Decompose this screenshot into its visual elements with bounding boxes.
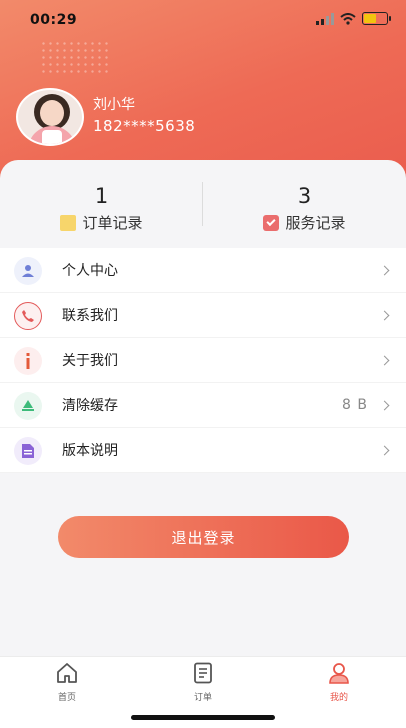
menu-label: 关于我们 — [62, 353, 118, 369]
chevron-right-icon — [379, 355, 390, 365]
menu-item-personal-center[interactable]: 个人中心 — [0, 248, 406, 293]
battery-icon — [362, 12, 391, 25]
status-time: 00:29 — [30, 12, 78, 28]
menu-item-version-notes[interactable]: 版本说明 — [0, 428, 406, 473]
user-phone: 182****5638 — [93, 117, 196, 135]
chevron-right-icon — [379, 445, 390, 455]
chevron-right-icon — [379, 310, 390, 320]
settings-menu: 个人中心 联系我们 关于我们 清除缓存 8 B 版本说明 — [0, 248, 406, 473]
cache-size-value: 8 B — [342, 397, 368, 413]
phone-icon — [14, 302, 42, 330]
menu-label: 版本说明 — [62, 443, 118, 459]
signal-icon — [316, 12, 334, 25]
stats-row: 1 订单记录 3 服务记录 — [0, 160, 406, 248]
person-center-icon — [14, 257, 42, 285]
service-record-icon — [263, 214, 280, 231]
order-record-label: 订单记录 — [82, 214, 143, 232]
tab-label: 首页 — [57, 693, 76, 703]
home-indicator — [131, 715, 275, 720]
profile-icon — [329, 663, 349, 684]
service-record-stat[interactable]: 3 服务记录 — [203, 160, 406, 248]
tab-orders[interactable]: 订单 — [173, 661, 233, 703]
status-icons — [316, 12, 391, 25]
service-record-label: 服务记录 — [285, 214, 346, 232]
chevron-right-icon — [379, 400, 390, 410]
menu-label: 联系我们 — [62, 308, 118, 324]
wifi-icon — [340, 12, 356, 25]
service-record-count: 3 — [297, 184, 312, 208]
tab-label: 订单 — [193, 693, 212, 703]
menu-item-about-us[interactable]: 关于我们 — [0, 338, 406, 383]
broom-icon — [14, 392, 42, 420]
status-bar: 00:29 — [0, 0, 406, 40]
home-icon — [57, 663, 77, 683]
menu-label: 清除缓存 — [62, 398, 118, 414]
tab-mine[interactable]: 我的 — [309, 661, 369, 703]
logout-button[interactable]: 退出登录 — [58, 516, 349, 558]
info-icon — [14, 347, 42, 375]
content-card: 1 订单记录 3 服务记录 个人中心 联系我们 关于我们 清除缓存 8 B 版本… — [0, 160, 406, 660]
menu-item-contact-us[interactable]: 联系我们 — [0, 293, 406, 338]
order-record-stat[interactable]: 1 订单记录 — [0, 160, 203, 248]
tab-label: 我的 — [329, 693, 348, 703]
chevron-right-icon — [379, 265, 390, 275]
tab-home[interactable]: 首页 — [37, 661, 97, 703]
menu-label: 个人中心 — [62, 263, 118, 279]
order-record-icon — [60, 214, 77, 231]
avatar[interactable] — [16, 88, 84, 146]
menu-item-clear-cache[interactable]: 清除缓存 8 B — [0, 383, 406, 428]
decorative-dots — [40, 40, 110, 76]
user-name: 刘小华 — [93, 97, 135, 113]
document-icon — [14, 437, 42, 465]
order-record-count: 1 — [94, 184, 109, 208]
order-list-icon — [194, 662, 212, 684]
